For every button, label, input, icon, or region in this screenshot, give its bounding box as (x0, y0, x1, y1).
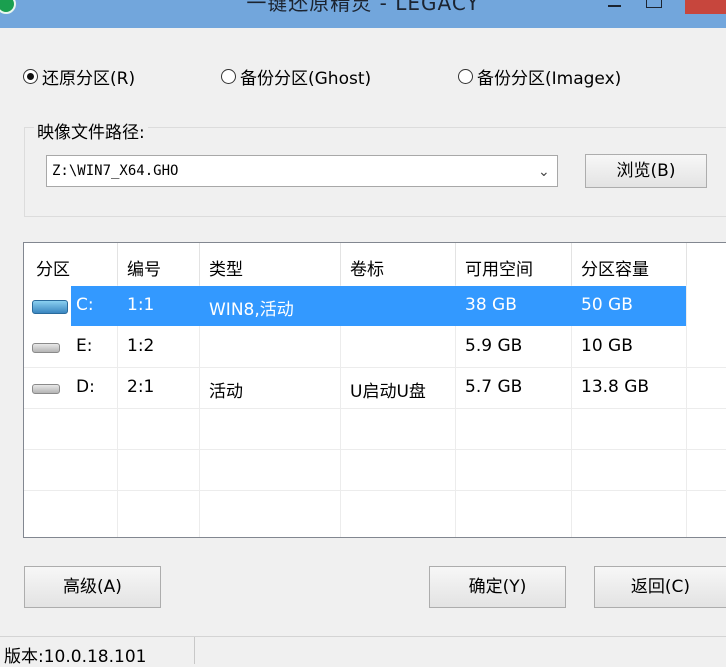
cell-drive: C: (76, 295, 94, 315)
image-path-dropdown[interactable]: Z:\WIN7_X64.GHO (46, 155, 558, 187)
cell-capacity: 10 GB (581, 336, 633, 356)
column-header-free-space[interactable]: 可用空间 (465, 255, 533, 280)
chevron-down-icon[interactable]: ⌄ (538, 164, 550, 180)
cell-free-space: 38 GB (465, 295, 517, 315)
version-text: 版本:10.0.18.101 (4, 647, 147, 667)
column-header-capacity[interactable]: 分区容量 (581, 255, 649, 280)
partition-table[interactable]: 分区 编号 类型 卷标 可用空间 分区容量 C: 1:1 WIN8,活动 38 … (23, 242, 726, 538)
status-bar: 版本:10.0.18.101 (0, 636, 726, 667)
system-drive-icon (32, 300, 68, 314)
radio-restore-partition[interactable]: 还原分区(R) (23, 64, 135, 89)
radio-backup-ghost[interactable]: 备份分区(Ghost) (221, 64, 371, 89)
radio-button[interactable] (458, 69, 473, 84)
close-button[interactable] (685, 0, 726, 14)
cell-type: WIN8,活动 (209, 300, 294, 320)
back-button[interactable]: 返回(C) (594, 566, 726, 608)
image-path-label: 映像文件路径: (34, 118, 148, 143)
cell-number: 2:1 (127, 377, 155, 397)
radio-button-checked[interactable] (23, 69, 38, 84)
cell-type: 活动 (209, 382, 243, 402)
cell-free-space: 5.9 GB (465, 336, 523, 356)
column-header-number[interactable]: 编号 (127, 255, 161, 280)
radio-label: 备份分区(Ghost) (240, 69, 372, 89)
cell-volume-label: U启动U盘 (350, 382, 426, 402)
browse-button[interactable]: 浏览(B) (585, 154, 707, 188)
radio-label: 备份分区(Imagex) (477, 69, 622, 89)
cell-free-space: 5.7 GB (465, 377, 523, 397)
minimize-button[interactable] (608, 0, 621, 7)
cell-drive: E: (76, 336, 93, 356)
drive-icon (32, 384, 60, 394)
status-divider (194, 637, 195, 664)
table-row[interactable]: D: 2:1 活动 U启动U盘 5.7 GB 13.8 GB (24, 368, 726, 408)
cell-drive: D: (76, 377, 95, 397)
maximize-button[interactable] (646, 0, 662, 8)
cell-capacity: 13.8 GB (581, 377, 650, 397)
radio-label: 还原分区(R) (42, 69, 136, 89)
cell-number: 1:2 (127, 336, 155, 356)
radio-button[interactable] (221, 69, 236, 84)
ok-button[interactable]: 确定(Y) (429, 566, 566, 608)
column-header-volume-label[interactable]: 卷标 (350, 255, 384, 280)
advanced-button[interactable]: 高级(A) (24, 566, 161, 608)
radio-backup-imagex[interactable]: 备份分区(Imagex) (458, 64, 621, 89)
column-header-type[interactable]: 类型 (209, 255, 243, 280)
title-bar[interactable]: 一键还原精灵 - LEGACY (0, 0, 726, 28)
table-row[interactable]: C: 1:1 WIN8,活动 38 GB 50 GB (24, 286, 726, 326)
column-header-partition[interactable]: 分区 (36, 255, 70, 280)
table-row[interactable]: E: 1:2 5.9 GB 10 GB (24, 327, 726, 367)
cell-capacity: 50 GB (581, 295, 633, 315)
cell-number: 1:1 (127, 295, 155, 315)
drive-icon (32, 343, 60, 353)
